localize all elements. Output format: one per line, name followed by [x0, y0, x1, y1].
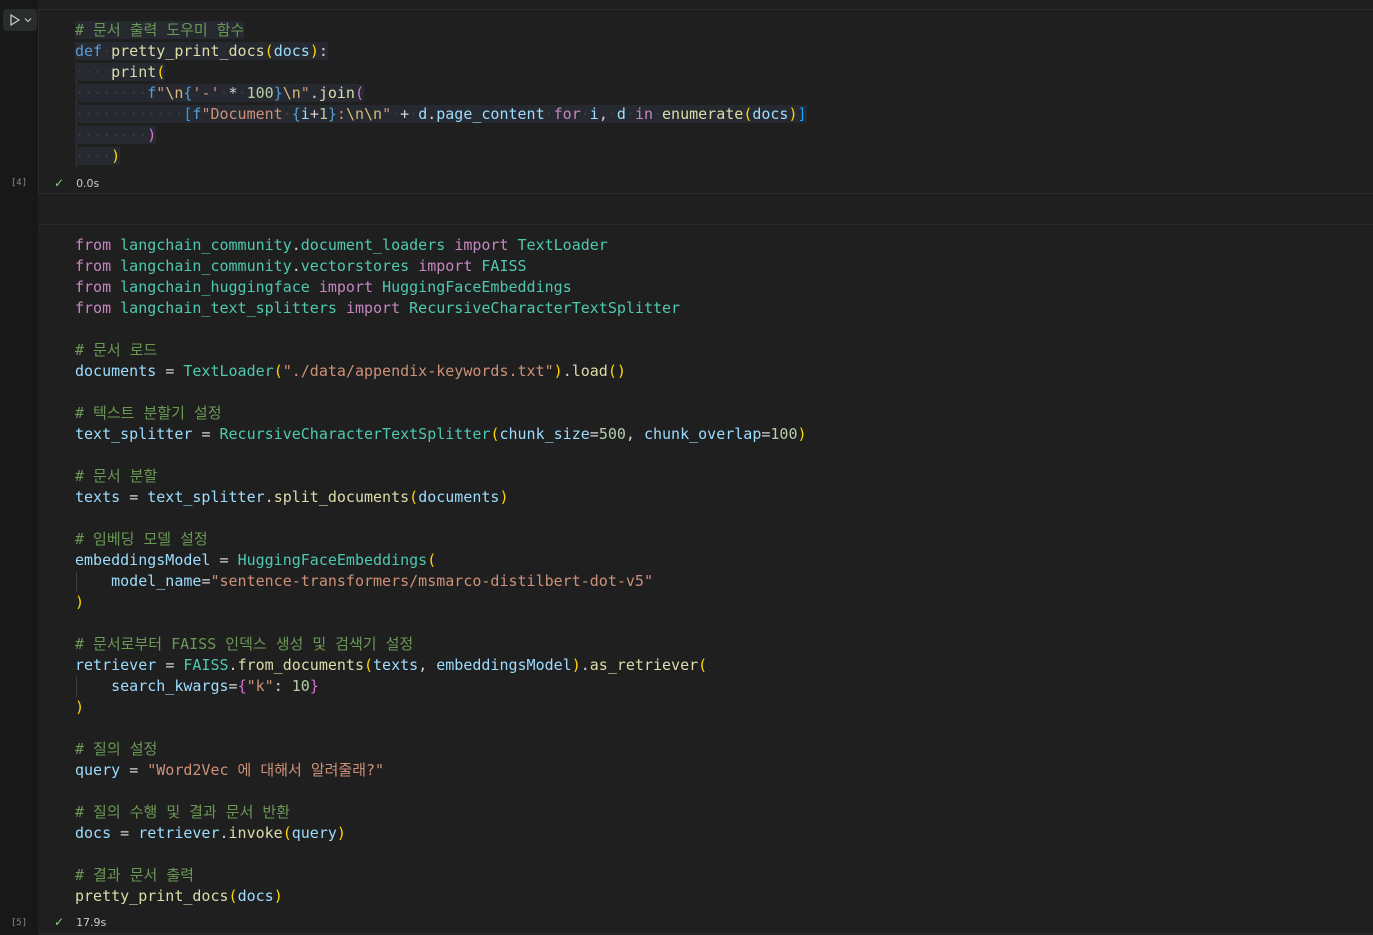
code-line: # 결과 문서 출력 — [75, 865, 807, 886]
play-icon[interactable] — [9, 14, 21, 26]
code-line: documents = TextLoader("./data/appendix-… — [75, 362, 626, 380]
execution-count: [4] — [10, 178, 28, 188]
code-line: # 질의 설정 — [75, 739, 807, 760]
code-token: # 결과 문서 출력 — [75, 866, 194, 884]
check-icon: ✓ — [54, 915, 65, 929]
code-token: # 질의 수행 및 결과 문서 반환 — [75, 803, 291, 821]
code-line: # 문서 분할 — [75, 466, 807, 487]
code-line: def·pretty_print_docs(docs): — [75, 42, 328, 60]
code-line: # 문서 출력 도우미 함수 — [75, 20, 807, 41]
code-line: ········) — [75, 126, 157, 144]
code-line: embeddingsModel = HuggingFaceEmbeddings( — [75, 551, 437, 569]
code-line: # 문서 로드 — [75, 340, 807, 361]
code-line: from langchain_community.document_loader… — [75, 236, 608, 254]
code-line: ············[f"Document·{i+1}:\n\n"·+·d.… — [75, 105, 807, 123]
code-line: from langchain_text_splitters import Rec… — [75, 299, 681, 317]
execution-count: [5] — [10, 918, 28, 928]
check-icon: ✓ — [54, 176, 65, 190]
code-token: # 문서 로드 — [75, 341, 158, 359]
code-line: ) — [75, 698, 85, 716]
code-line: query = "Word2Vec 에 대해서 알려줄래?" — [75, 761, 385, 779]
code-line: pretty_print_docs(docs) — [75, 887, 283, 905]
code-token: # 질의 설정 — [75, 740, 158, 758]
code-line: ) — [75, 593, 85, 611]
code-line: search_kwargs={"k": 10} — [111, 677, 319, 695]
execution-status: ✓ 17.9s — [54, 915, 106, 929]
code-line: # 문서로부터 FAISS 인덱스 생성 및 검색기 설정 — [75, 634, 807, 655]
cell-gutter — [0, 0, 38, 935]
code-token: # 문서 분할 — [75, 467, 158, 485]
code-line: # 임베딩 모델 설정 — [75, 529, 807, 550]
execution-duration: 17.9s — [76, 915, 107, 929]
code-token: # 임베딩 모델 설정 — [75, 530, 208, 548]
code-line: # 텍스트 분할기 설정 — [75, 403, 807, 424]
cell-1-source[interactable]: # 문서 출력 도우미 함수 def·pretty_print_docs(docs… — [75, 20, 807, 167]
code-token: # 텍스트 분할기 설정 — [75, 404, 222, 422]
code-line: from langchain_huggingface import Huggin… — [75, 278, 572, 296]
code-line: ········f"\n{'-'·*·100}\n".join( — [75, 84, 364, 102]
cell-2-source[interactable]: from langchain_community.document_loader… — [75, 235, 807, 907]
execution-duration: 0.0s — [76, 176, 100, 190]
code-line: texts = text_splitter.split_documents(do… — [75, 488, 509, 506]
code-line: docs = retriever.invoke(query) — [75, 824, 346, 842]
code-token: # 문서로부터 FAISS 인덱스 생성 및 검색기 설정 — [75, 635, 414, 653]
code-line: text_splitter = RecursiveCharacterTextSp… — [75, 425, 807, 443]
code-line: ····print( — [75, 63, 166, 81]
run-cell-button[interactable] — [3, 9, 37, 31]
chevron-down-icon[interactable] — [24, 16, 32, 24]
code-line: retriever = FAISS.from_documents(texts, … — [75, 656, 708, 674]
code-line: from langchain_community.vectorstores im… — [75, 257, 527, 275]
code-token: # 문서 출력 도우미 함수 — [75, 21, 245, 39]
execution-status: ✓ 0.0s — [54, 176, 99, 190]
code-line: # 질의 수행 및 결과 문서 반환 — [75, 802, 807, 823]
code-line: model_name="sentence-transformers/msmarc… — [111, 572, 653, 590]
code-line: ····) — [75, 147, 121, 165]
